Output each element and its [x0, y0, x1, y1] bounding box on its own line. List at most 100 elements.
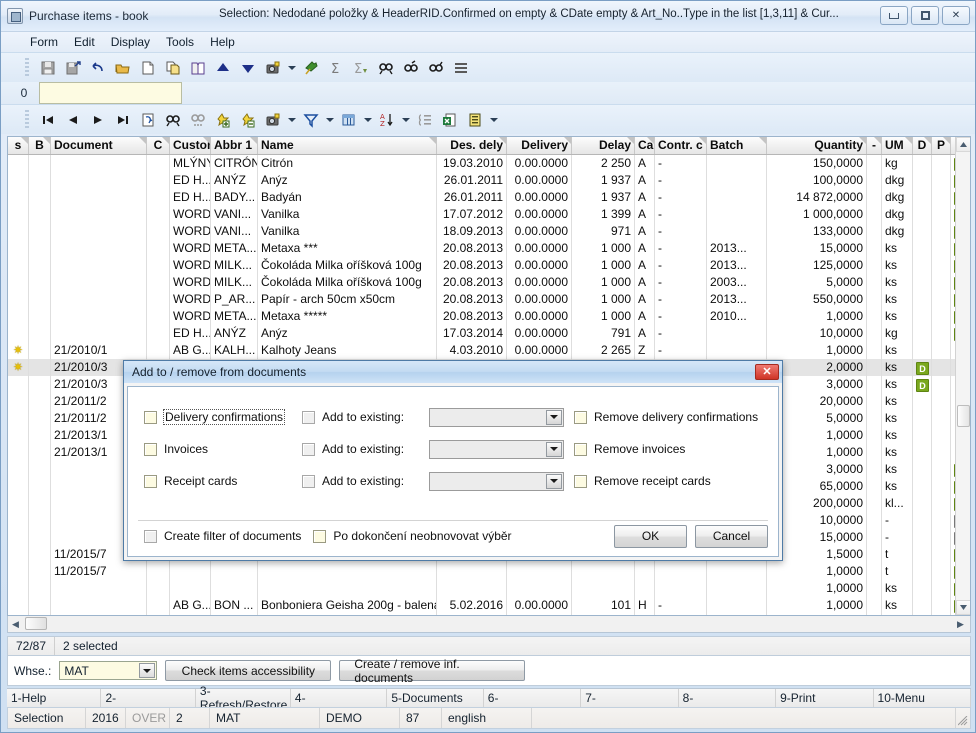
column-header-s[interactable]: s: [8, 137, 29, 154]
report-icon[interactable]: [463, 108, 487, 132]
prev-record-icon[interactable]: [61, 108, 85, 132]
table-row[interactable]: WORD P_AR... Papír - arch 50cm x50cm 20.08.…: [8, 291, 970, 308]
add-existing-0-checkbox[interactable]: [302, 410, 315, 424]
sum-icon[interactable]: Σ: [324, 56, 348, 80]
add-existing-2-checkbox[interactable]: [302, 474, 315, 488]
column-header-p[interactable]: P: [932, 137, 951, 154]
report-dropdown-icon[interactable]: [488, 108, 500, 132]
list-icon[interactable]: [449, 56, 473, 80]
first-record-icon[interactable]: [36, 108, 60, 132]
toolbar-grip[interactable]: [25, 57, 29, 78]
menu-item-edit[interactable]: Edit: [67, 33, 102, 51]
create-remove-inf-documents-button[interactable]: Create / remove inf. documents: [339, 657, 526, 685]
vertical-scroll-thumb[interactable]: [957, 405, 970, 427]
table-row[interactable]: ✷ 21/2010/1 AB G... KALH... Kalhoty Jeans 4.0…: [8, 342, 970, 359]
table-row[interactable]: ED H... ANÝZ Anýz 17.03.2014 0.00.0000 791 A - 1…: [8, 325, 970, 342]
table-row[interactable]: WORD META... Metaxa ***** 20.08.2013 0.00.00…: [8, 308, 970, 325]
group-icon[interactable]: [413, 108, 437, 132]
function-key-1[interactable]: 1-Help: [7, 689, 102, 707]
remove-2-checkbox[interactable]: [574, 474, 587, 488]
minimize-button[interactable]: [880, 6, 908, 25]
menu-item-display[interactable]: Display: [104, 33, 157, 51]
column-header-delay[interactable]: Delay: [572, 137, 635, 154]
table-row[interactable]: AB G... BON ... Bonboniera Geisha 200g - b…: [8, 597, 970, 614]
find-prev-icon[interactable]: [424, 56, 448, 80]
scroll-left-button[interactable]: ◀: [8, 619, 23, 630]
function-key-7[interactable]: 7-: [581, 689, 679, 707]
camera-icon[interactable]: [261, 108, 285, 132]
sort-az-icon[interactable]: AZ: [375, 108, 399, 132]
function-key-9[interactable]: 9-Print: [776, 689, 874, 707]
function-key-2[interactable]: 2-: [101, 689, 196, 707]
horizontal-scroll-thumb[interactable]: [25, 617, 47, 630]
column-header-contract[interactable]: Contr. c: [655, 137, 707, 154]
table-row[interactable]: WORD VANI... Vanilka 17.07.2012 0.00.0000 1 3…: [8, 206, 970, 223]
table-row[interactable]: WORD MILK... Čokoláda Milka oříšková 100g 2…: [8, 257, 970, 274]
column-header-ca[interactable]: Ca: [635, 137, 655, 154]
table-row[interactable]: ED H... BADY... Badyán 26.01.2011 0.00.0000 1…: [8, 189, 970, 206]
pin-icon[interactable]: [299, 56, 323, 80]
nav-toolbar-grip[interactable]: [25, 109, 29, 130]
new-document-icon[interactable]: [136, 56, 160, 80]
add-existing-1-checkbox[interactable]: [302, 442, 315, 456]
columns-dropdown-icon[interactable]: [362, 108, 374, 132]
move-up-icon[interactable]: [211, 56, 235, 80]
book-icon[interactable]: [186, 56, 210, 80]
warehouse-select[interactable]: MAT: [59, 661, 158, 680]
column-header-batch[interactable]: Batch: [707, 137, 767, 154]
function-key-10[interactable]: 10-Menu: [874, 689, 971, 707]
create-2-checkbox[interactable]: [144, 474, 157, 488]
column-header-um[interactable]: UM: [882, 137, 913, 154]
column-header-b[interactable]: B: [29, 137, 51, 154]
menu-item-help[interactable]: Help: [203, 33, 242, 51]
move-down-icon[interactable]: [236, 56, 260, 80]
chevron-down-icon[interactable]: [546, 409, 562, 425]
search-input[interactable]: [39, 82, 182, 104]
column-header-name[interactable]: Name: [258, 137, 437, 154]
column-header-quantity[interactable]: Quantity: [767, 137, 867, 154]
sum-filtered-icon[interactable]: Σ: [349, 56, 373, 80]
find-icon[interactable]: [161, 108, 185, 132]
remove-0-checkbox[interactable]: [574, 410, 587, 424]
find-icon[interactable]: [374, 56, 398, 80]
table-row[interactable]: ED H... ANÝZ Anýz 26.01.2011 0.00.0000 1 937 A…: [8, 172, 970, 189]
table-row[interactable]: 1,0000ksI: [8, 580, 970, 597]
columns-icon[interactable]: [337, 108, 361, 132]
save-as-icon[interactable]: [61, 56, 85, 80]
camera-dropdown-icon[interactable]: [286, 108, 298, 132]
remove-1-checkbox[interactable]: [574, 442, 587, 456]
column-header-document[interactable]: Document: [51, 137, 147, 154]
grid-vertical-scrollbar[interactable]: [955, 137, 970, 615]
table-row[interactable]: WORD META... Metaxa *** 20.08.2013 0.00.0000…: [8, 240, 970, 257]
filter-dropdown-icon[interactable]: [324, 108, 336, 132]
column-header-c[interactable]: C: [147, 137, 170, 154]
export-excel-icon[interactable]: [438, 108, 462, 132]
function-key-6[interactable]: 6-: [484, 689, 582, 707]
create-filter-checkbox[interactable]: [144, 529, 157, 543]
function-key-8[interactable]: 8-: [679, 689, 777, 707]
cancel-button[interactable]: Cancel: [695, 524, 768, 548]
find-next-icon[interactable]: [399, 56, 423, 80]
camera-icon[interactable]: [261, 56, 285, 80]
scroll-down-button[interactable]: [956, 600, 970, 615]
menu-item-form[interactable]: Form: [23, 33, 65, 51]
no-refresh-checkbox[interactable]: [313, 529, 327, 543]
scroll-right-button[interactable]: ▶: [953, 619, 968, 630]
filter-icon[interactable]: [299, 108, 323, 132]
function-key-5[interactable]: 5-Documents: [387, 689, 484, 707]
create-1-checkbox[interactable]: [144, 442, 157, 456]
find-more-icon[interactable]: [186, 108, 210, 132]
function-key-4[interactable]: 4-: [291, 689, 388, 707]
existing-document-2-select[interactable]: [429, 471, 564, 491]
ok-button[interactable]: OK: [614, 524, 687, 548]
dialog-close-button[interactable]: ✕: [755, 364, 779, 380]
refresh-icon[interactable]: [136, 108, 160, 132]
scroll-up-button[interactable]: [956, 137, 970, 152]
existing-document-1-select[interactable]: [429, 439, 564, 459]
chevron-down-icon[interactable]: [546, 473, 562, 489]
table-row[interactable]: MLÝNY CITRÓN Citrón 19.03.2010 0.00.0000 2 25…: [8, 155, 970, 172]
remove-record-icon[interactable]: [236, 108, 260, 132]
chevron-down-icon[interactable]: [139, 663, 156, 678]
create-0-checkbox[interactable]: [144, 410, 157, 424]
sort-dropdown-icon[interactable]: [400, 108, 412, 132]
